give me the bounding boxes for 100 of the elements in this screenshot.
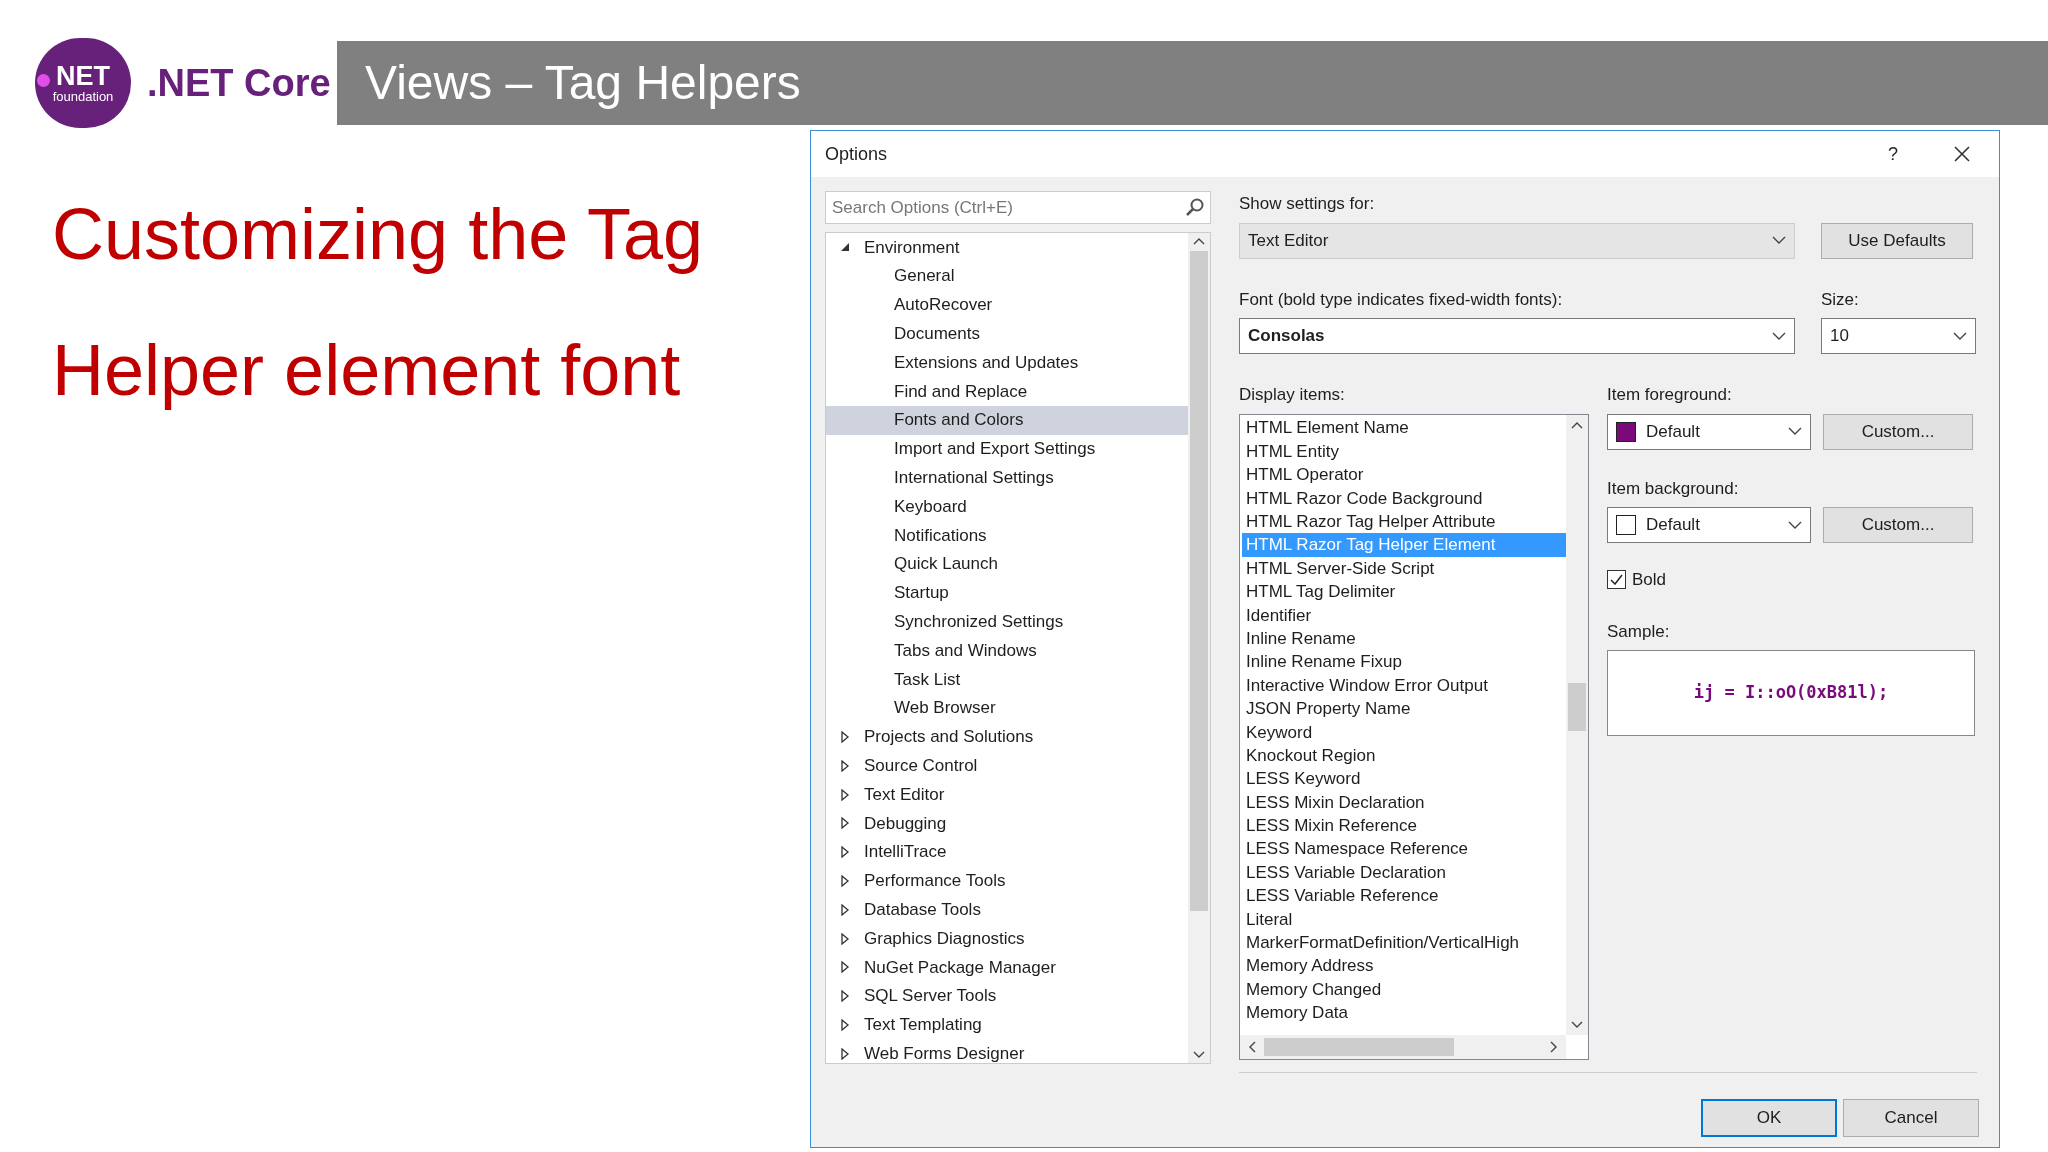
display-item[interactable]: LESS Namespace Reference (1242, 837, 1566, 861)
expand-triangle-icon[interactable] (840, 817, 850, 830)
settings-dropdown[interactable]: Text Editor (1239, 222, 1795, 259)
display-item[interactable]: Inline Rename (1242, 627, 1566, 651)
expand-triangle-icon[interactable] (840, 874, 850, 887)
display-item[interactable]: LESS Keyword (1242, 767, 1566, 791)
tree-item[interactable]: Text Editor (826, 780, 1188, 809)
display-item[interactable]: Memory Changed (1242, 977, 1566, 1002)
bold-checkbox[interactable] (1607, 570, 1626, 590)
collapse-triangle-icon[interactable] (840, 242, 850, 253)
field-label: Item background: (1607, 477, 1740, 500)
tree-item[interactable]: AutoRecover (826, 290, 1188, 320)
tree-item[interactable]: Keyboard (826, 492, 1188, 521)
logo-text: NET (56, 62, 110, 90)
tree-item[interactable]: Debugging (826, 808, 1188, 838)
tree-item[interactable]: International Settings (826, 463, 1188, 493)
tree-item[interactable]: Environment (826, 233, 1188, 262)
display-item[interactable]: HTML Razor Code Background (1242, 486, 1566, 511)
tree-item[interactable]: SQL Server Tools (826, 981, 1188, 1011)
font-dropdown[interactable]: Consolas (1239, 318, 1795, 354)
help-button[interactable]: ? (1873, 140, 1913, 168)
tree-item[interactable]: Startup (826, 578, 1188, 608)
display-item[interactable]: LESS Variable Reference (1242, 884, 1566, 908)
display-item[interactable]: HTML Operator (1242, 463, 1566, 487)
expand-triangle-icon[interactable] (840, 1018, 850, 1031)
field-label: Sample: (1607, 620, 1671, 643)
tree-item[interactable]: Extensions and Updates (826, 348, 1188, 377)
size-dropdown[interactable]: 10 (1821, 318, 1976, 354)
tree-item[interactable]: Synchronized Settings (826, 607, 1188, 637)
expand-triangle-icon[interactable] (840, 788, 850, 801)
scroll-up-icon[interactable] (1193, 237, 1205, 245)
expand-triangle-icon[interactable] (840, 903, 850, 916)
color-dropdown[interactable]: Default (1607, 413, 1811, 450)
tree-item[interactable]: NuGet Package Manager (826, 952, 1188, 982)
expand-triangle-icon[interactable] (840, 961, 850, 974)
expand-triangle-icon[interactable] (840, 990, 850, 1003)
chevron-down-icon (1788, 427, 1802, 436)
expand-triangle-icon[interactable] (840, 730, 850, 743)
chevron-down-icon (1772, 236, 1786, 245)
tree-item[interactable]: General (826, 261, 1188, 291)
tree-item[interactable]: Documents (826, 319, 1188, 349)
search-field[interactable]: Search Options (Ctrl+E) (825, 191, 1211, 224)
display-item[interactable]: LESS Mixin Reference (1242, 814, 1566, 838)
chevron-down-icon (1772, 331, 1786, 341)
tree-item[interactable]: Tabs and Windows (826, 636, 1188, 665)
display-item[interactable]: HTML Entity (1242, 439, 1566, 464)
display-item[interactable]: JSON Property Name (1242, 697, 1566, 721)
tree-item[interactable]: Text Templating (826, 1010, 1188, 1040)
display-item[interactable]: Memory Data (1242, 1001, 1566, 1025)
expand-triangle-icon[interactable] (840, 1047, 850, 1060)
display-item[interactable]: LESS Mixin Declaration (1242, 790, 1566, 815)
scrollbar-thumb[interactable] (1568, 682, 1586, 731)
scroll-up-icon[interactable] (1571, 420, 1583, 429)
display-item[interactable]: Interactive Window Error Output (1242, 673, 1566, 698)
display-item[interactable]: Memory Address (1242, 954, 1566, 978)
tree-item[interactable]: IntelliTrace (826, 837, 1188, 867)
expand-triangle-icon[interactable] (840, 846, 850, 859)
display-item[interactable]: HTML Element Name (1242, 416, 1566, 440)
scroll-down-icon[interactable] (1571, 1020, 1583, 1029)
tree-item[interactable]: Quick Launch (826, 549, 1188, 579)
tree-item[interactable]: Source Control (826, 751, 1188, 781)
tree-item[interactable]: Task List (826, 664, 1188, 694)
ok-button[interactable]: OK (1701, 1098, 1837, 1137)
display-item[interactable]: Knockout Region (1242, 743, 1566, 768)
vertical-scrollbar[interactable] (1188, 233, 1210, 1063)
display-item[interactable]: Keyword (1242, 720, 1566, 744)
search-icon (1185, 197, 1205, 217)
tree-item[interactable]: Web Browser (826, 693, 1188, 723)
cancel-button[interactable]: Cancel (1843, 1098, 1979, 1137)
scroll-right-icon[interactable] (1550, 1040, 1558, 1053)
custom-button[interactable]: Custom... (1823, 413, 1973, 450)
display-item[interactable]: MarkerFormatDefinition/VerticalHigh (1242, 931, 1566, 955)
tree-item[interactable]: Find and Replace (826, 377, 1188, 406)
horizontal-scrollbar[interactable] (1240, 1034, 1566, 1059)
display-item[interactable]: HTML Server-Side Script (1242, 556, 1566, 581)
tree-item[interactable]: Import and Export Settings (826, 434, 1188, 464)
close-icon[interactable] (1953, 145, 1971, 163)
display-item[interactable]: HTML Razor Tag Helper Attribute (1242, 510, 1566, 534)
expand-triangle-icon[interactable] (840, 759, 850, 772)
scroll-left-icon[interactable] (1248, 1040, 1256, 1053)
color-dropdown[interactable]: Default (1607, 507, 1811, 543)
tree-item[interactable]: Performance Tools (826, 866, 1188, 896)
tree-item[interactable]: Database Tools (826, 895, 1188, 925)
display-item[interactable]: Identifier (1242, 603, 1566, 627)
scrollbar-thumb[interactable] (1190, 251, 1208, 911)
custom-button[interactable]: Custom... (1823, 507, 1973, 543)
scrollbar-thumb[interactable] (1264, 1037, 1454, 1056)
expand-triangle-icon[interactable] (840, 932, 850, 945)
scroll-down-icon[interactable] (1193, 1051, 1205, 1059)
display-item[interactable]: LESS Variable Declaration (1242, 860, 1566, 885)
tree-item[interactable]: Projects and Solutions (826, 722, 1188, 752)
tree-item[interactable]: Graphics Diagnostics (826, 924, 1188, 953)
tree-item[interactable]: Fonts and Colors (826, 405, 1188, 435)
display-item[interactable]: Inline Rename Fixup (1242, 650, 1566, 674)
display-item[interactable]: HTML Tag Delimiter (1242, 580, 1566, 604)
tree-item[interactable]: Notifications (826, 520, 1188, 550)
display-item[interactable]: Literal (1242, 907, 1566, 932)
vertical-scrollbar[interactable] (1566, 414, 1588, 1035)
tree-item[interactable]: Web Forms Designer (826, 1039, 1188, 1063)
use-defaults-button[interactable]: Use Defaults (1821, 222, 1973, 259)
